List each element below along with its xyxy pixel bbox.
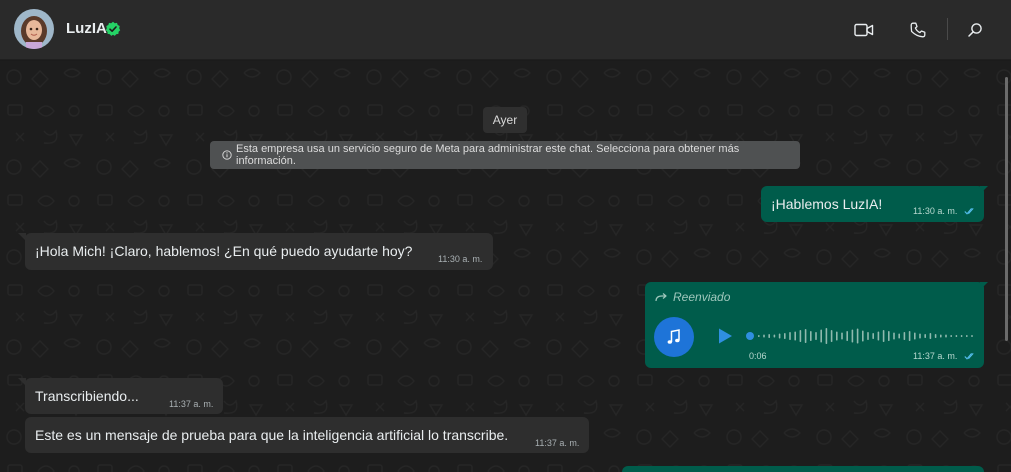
waveform-bar <box>950 335 952 337</box>
waveform-bar <box>867 332 869 340</box>
info-icon <box>222 150 232 160</box>
waveform-bar <box>768 334 770 338</box>
outgoing-message-partial[interactable] <box>622 466 984 472</box>
outgoing-message[interactable]: ¡Hablemos LuzIA! 11:30 a. m. <box>761 186 988 222</box>
music-note-icon <box>667 329 680 344</box>
message-text: Transcribiendo... <box>35 388 139 404</box>
audio-file-badge <box>654 317 694 357</box>
waveform-bar <box>794 331 796 341</box>
waveform-bar <box>934 334 937 338</box>
waveform-bar <box>815 332 817 340</box>
voice-call-icon <box>910 22 926 38</box>
chat-header: LuzIA <box>0 0 1011 60</box>
waveform-bar <box>856 328 859 344</box>
waveform-bar <box>966 335 968 337</box>
waveform-bar <box>945 334 947 338</box>
waveform-bar <box>830 330 833 342</box>
waveform-bar <box>846 331 848 341</box>
waveform-bar <box>888 331 890 341</box>
message-time: 11:30 a. m. <box>438 254 483 264</box>
verified-check-icon <box>105 21 121 36</box>
audio-seek-handle[interactable] <box>746 332 754 340</box>
waveform-bar <box>903 332 906 340</box>
waveform-bar <box>778 333 781 339</box>
waveform-bar <box>919 333 921 339</box>
message-time: 11:30 a. m. <box>913 206 958 216</box>
incoming-message[interactable]: ¡Hola Mich! ¡Claro, hablemos! ¿En qué pu… <box>18 233 493 270</box>
forwarded-label: Reenviado <box>655 290 730 304</box>
search-button[interactable] <box>959 14 991 46</box>
bubble-tail <box>18 378 26 386</box>
waveform-bar <box>825 328 828 344</box>
waveform-bar <box>908 331 911 341</box>
waveform-bar <box>929 333 932 339</box>
outgoing-audio-message[interactable]: Reenviado 0:06 11:37 a. m. <box>645 282 988 368</box>
waveform-bar <box>789 332 791 340</box>
waveform-bar <box>872 333 874 339</box>
info-banner-text: Esta empresa usa un servicio seguro de M… <box>236 143 740 167</box>
waveform-bar <box>773 334 776 338</box>
avatar[interactable] <box>14 9 54 49</box>
waveform-bar <box>841 332 843 340</box>
encryption-info-banner[interactable]: Esta empresa usa un servicio seguro de M… <box>210 141 800 169</box>
chat-area[interactable]: Ayer Esta empresa usa un servicio seguro… <box>0 61 1011 472</box>
message-time: 11:37 a. m. <box>169 399 214 409</box>
waveform-bar <box>971 335 973 337</box>
message-time: 11:37 a. m. <box>913 351 958 361</box>
message-time: 11:37 a. m. <box>535 438 580 448</box>
video-call-icon <box>854 23 874 37</box>
video-call-button[interactable] <box>848 14 880 46</box>
avatar-image <box>14 9 54 49</box>
date-chip: Ayer <box>483 107 527 133</box>
waveform-bar <box>810 331 812 341</box>
waveform-bar <box>763 334 765 338</box>
forwarded-icon <box>655 293 667 302</box>
bubble-tail <box>980 186 988 194</box>
waveform-bar <box>784 333 786 339</box>
waveform-bar <box>882 330 885 342</box>
waveform-bar <box>804 329 807 343</box>
incoming-message[interactable]: Este es un mensaje de prueba para que la… <box>25 417 589 453</box>
waveform-bar <box>893 332 895 340</box>
chat-scrollbar[interactable] <box>1005 77 1008 341</box>
waveform-bar <box>924 334 926 338</box>
message-text: ¡Hablemos LuzIA! <box>771 196 883 212</box>
waveform-bar <box>960 335 963 337</box>
waveform-bar <box>877 331 880 341</box>
contact-name[interactable]: LuzIA <box>66 20 107 37</box>
audio-waveform[interactable] <box>746 324 974 348</box>
waveform-bar <box>914 332 916 340</box>
read-receipt-icon <box>964 208 974 215</box>
waveform-bar <box>955 335 958 337</box>
bubble-tail <box>980 282 988 290</box>
waveform-bar <box>898 333 900 339</box>
incoming-message[interactable]: Transcribiendo... 11:37 a. m. <box>18 378 223 414</box>
whatsapp-chat-window: LuzIA Ayer Esta empresa usa un servicio … <box>0 0 1011 472</box>
waveform-bar <box>851 329 854 343</box>
message-text: ¡Hola Mich! ¡Claro, hablemos! ¿En qué pu… <box>35 243 413 259</box>
header-divider <box>947 18 948 40</box>
audio-duration: 0:06 <box>749 351 767 361</box>
waveform-bar <box>862 330 864 342</box>
bubble-tail <box>18 233 26 241</box>
play-icon[interactable] <box>716 327 734 345</box>
waveform-bar <box>940 334 942 338</box>
message-text: Este es un mensaje de prueba para que la… <box>35 427 509 443</box>
read-receipt-icon <box>964 353 974 360</box>
waveform-bar <box>836 331 838 341</box>
search-icon <box>968 23 982 37</box>
forwarded-text: Reenviado <box>673 290 731 304</box>
waveform-bar <box>799 330 802 342</box>
waveform-bar <box>758 335 760 337</box>
waveform-bar <box>820 329 822 343</box>
voice-call-button[interactable] <box>902 14 934 46</box>
